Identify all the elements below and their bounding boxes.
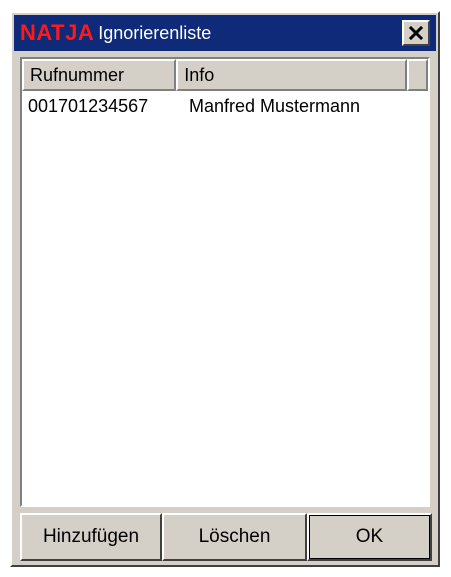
close-button[interactable] — [402, 20, 430, 46]
cell-number: 001701234567 — [28, 96, 149, 116]
add-button[interactable]: Hinzufügen — [20, 513, 162, 561]
list-header: Rufnummer Info — [22, 59, 428, 91]
cell-info: Manfred Mustermann — [189, 96, 361, 116]
list-item[interactable]: 001701234567 Manfred Mustermann — [22, 91, 428, 121]
button-row: Hinzufügen Löschen OK — [20, 513, 432, 561]
ok-button[interactable]: OK — [307, 513, 432, 561]
column-header-rufnummer[interactable]: Rufnummer — [22, 59, 177, 91]
column-header-info[interactable]: Info — [176, 59, 407, 91]
close-icon — [409, 26, 423, 40]
title-bar[interactable]: NATJA Ignorierenliste — [14, 15, 436, 51]
delete-button[interactable]: Löschen — [162, 513, 307, 561]
window-title: Ignorierenliste — [98, 23, 212, 43]
ignore-list[interactable]: Rufnummer Info 001701234567 Manfred Must… — [20, 57, 430, 507]
column-header-filler — [406, 59, 428, 91]
ignore-list-window: NATJA Ignorierenliste Rufnummer Info 001… — [10, 11, 440, 567]
app-brand: NATJA — [20, 20, 95, 45]
